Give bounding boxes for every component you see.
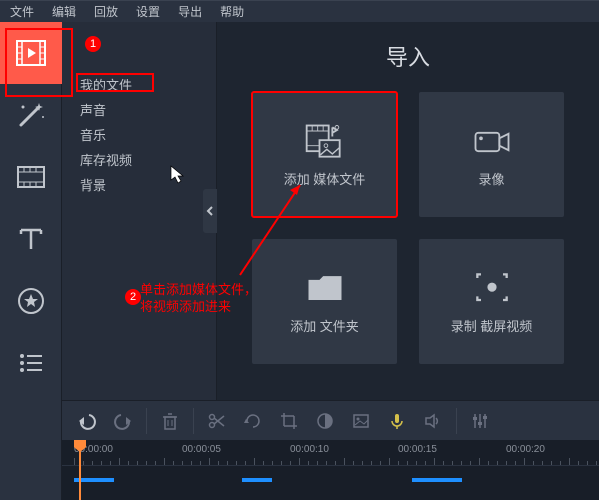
effects-tab[interactable] <box>0 84 62 146</box>
panel-title: 导入 <box>245 40 571 72</box>
clip[interactable] <box>412 478 462 482</box>
sliders-icon <box>470 411 490 431</box>
record-screen-tile[interactable]: 录制 截屏视频 <box>419 239 564 364</box>
image-button[interactable] <box>344 404 378 438</box>
tile-label: 录像 <box>478 172 504 189</box>
list-icon <box>15 347 47 379</box>
tile-label: 录制 截屏视频 <box>451 319 533 336</box>
undo-button[interactable] <box>70 404 104 438</box>
trash-icon <box>160 411 180 431</box>
more-tab[interactable] <box>0 332 62 394</box>
playhead[interactable] <box>74 440 86 500</box>
menu-edit[interactable]: 编辑 <box>52 3 76 20</box>
menu-settings[interactable]: 设置 <box>136 3 160 20</box>
scissors-icon <box>207 411 227 431</box>
folder-icon <box>303 267 347 311</box>
annotation-badge: 2 <box>125 289 141 305</box>
text-icon <box>15 223 47 255</box>
menu-playback[interactable]: 回放 <box>94 3 118 20</box>
add-folder-tile[interactable]: 添加 文件夹 <box>252 239 397 364</box>
sidebar-item-myfiles[interactable]: 我的文件 <box>74 72 216 97</box>
audio-button[interactable] <box>416 404 450 438</box>
menu-bar: 文件 编辑 回放 设置 导出 帮助 <box>0 0 599 22</box>
color-button[interactable] <box>308 404 342 438</box>
sidebar-item-stockvideo[interactable]: 库存视频 <box>74 147 216 172</box>
clip[interactable] <box>242 478 272 482</box>
film-play-icon <box>15 37 47 69</box>
add-media-tile[interactable]: 添加 媒体文件 <box>252 92 397 217</box>
import-panel: 导入 添加 媒体文件 录像 添加 文件夹 <box>217 22 599 400</box>
sidebar-item-music[interactable]: 音乐 <box>74 122 216 147</box>
timeline-ruler[interactable]: 00:00:00 00:00:05 00:00:10 00:00:15 00:0… <box>62 440 599 466</box>
sidebar-item-background[interactable]: 背景 <box>74 172 216 197</box>
wand-icon <box>15 99 47 131</box>
crop-icon <box>279 411 299 431</box>
chevron-left-icon <box>206 205 214 217</box>
category-sidebar: 我的文件 声音 音乐 库存视频 背景 <box>62 22 217 400</box>
adjust-button[interactable] <box>463 404 497 438</box>
image-icon <box>351 411 371 431</box>
tile-label: 添加 文件夹 <box>290 319 359 336</box>
rotate-icon <box>243 411 263 431</box>
redo-icon <box>113 411 133 431</box>
redo-button[interactable] <box>106 404 140 438</box>
record-video-tile[interactable]: 录像 <box>419 92 564 217</box>
contrast-icon <box>315 411 335 431</box>
import-tab[interactable] <box>0 22 62 84</box>
timeline[interactable]: 00:00:00 00:00:05 00:00:10 00:00:15 00:0… <box>62 440 599 500</box>
transitions-tab[interactable] <box>0 146 62 208</box>
collapse-sidebar-button[interactable] <box>203 189 217 233</box>
mic-icon <box>387 411 407 431</box>
annotation-badge: 1 <box>85 36 101 52</box>
left-toolbar <box>0 22 62 500</box>
tile-label: 添加 媒体文件 <box>284 172 366 189</box>
star-circle-icon <box>15 285 47 317</box>
menu-export[interactable]: 导出 <box>178 3 202 20</box>
delete-button[interactable] <box>153 404 187 438</box>
track[interactable] <box>62 472 599 488</box>
crop-button[interactable] <box>272 404 306 438</box>
camera-icon <box>470 120 514 164</box>
menu-file[interactable]: 文件 <box>10 3 34 20</box>
cut-button[interactable] <box>200 404 234 438</box>
ruler-mark: 00:00:15 <box>398 444 437 455</box>
ruler-mark: 00:00:10 <box>290 444 329 455</box>
text-tab[interactable] <box>0 208 62 270</box>
media-icon <box>303 120 347 164</box>
undo-icon <box>77 411 97 431</box>
screen-record-icon <box>470 267 514 311</box>
ruler-mark: 00:00:20 <box>506 444 545 455</box>
annotation-text: 单击添加媒体文件， 将视频添加进来 <box>140 282 257 316</box>
sidebar-item-sound[interactable]: 声音 <box>74 97 216 122</box>
menu-help[interactable]: 帮助 <box>220 3 244 20</box>
timeline-toolbar <box>62 400 599 440</box>
ruler-mark: 00:00:05 <box>182 444 221 455</box>
film-strip-icon <box>15 161 47 193</box>
rotate-button[interactable] <box>236 404 270 438</box>
speaker-icon <box>423 411 443 431</box>
mic-button[interactable] <box>380 404 414 438</box>
stickers-tab[interactable] <box>0 270 62 332</box>
